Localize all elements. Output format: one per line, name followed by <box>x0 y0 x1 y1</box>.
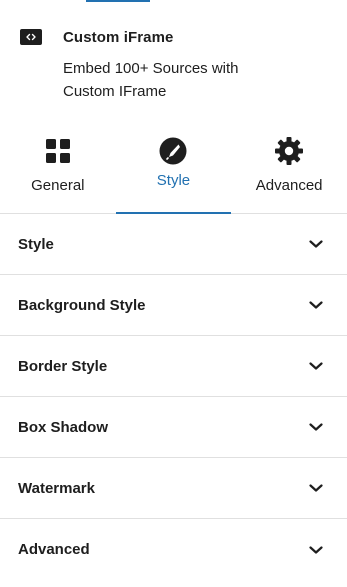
block-card: Custom iFrame Embed 100+ Sources with Cu… <box>0 0 347 103</box>
block-description: Embed 100+ Sources with Custom IFrame <box>63 60 239 100</box>
panel-background-style[interactable]: Background Style <box>0 275 347 336</box>
panel-title: Advanced <box>18 541 90 558</box>
panel-advanced[interactable]: Advanced <box>0 519 347 580</box>
block-title: Custom iFrame <box>63 28 174 46</box>
tab-style[interactable]: Style <box>115 132 232 214</box>
panel-title: Background Style <box>18 296 146 314</box>
iframe-embed-icon <box>20 29 42 45</box>
block-header: Custom iFrame <box>20 26 327 48</box>
chevron-down-icon <box>309 300 323 310</box>
tab-general[interactable]: General <box>0 132 116 213</box>
inspector-tabs: General Style Advanced <box>0 132 347 214</box>
tab-general-label: General <box>31 177 85 194</box>
panel-border-style[interactable]: Border Style <box>0 336 347 397</box>
panel-box-shadow[interactable]: Box Shadow <box>0 397 347 458</box>
panel-title: Border Style <box>18 357 108 375</box>
brush-icon <box>159 136 187 166</box>
panel-title: Watermark <box>18 479 95 497</box>
tab-style-label: Style <box>156 172 191 189</box>
chevron-down-icon <box>309 422 323 432</box>
panel-watermark[interactable]: Watermark <box>0 458 347 519</box>
chevron-down-icon <box>309 483 323 493</box>
panel-style[interactable]: Style <box>0 214 347 275</box>
panel-title: Box Shadow <box>18 418 109 436</box>
chevron-down-icon <box>309 239 323 249</box>
panel-title: Style <box>18 235 54 253</box>
chevron-down-icon <box>309 545 323 555</box>
settings-panels: Style Background Style Border Style Box … <box>0 214 347 580</box>
tab-advanced-label: Advanced <box>255 177 323 194</box>
tab-advanced[interactable]: Advanced <box>231 132 347 213</box>
gear-icon <box>274 136 304 166</box>
grid-icon <box>45 136 71 166</box>
chevron-down-icon <box>309 361 323 371</box>
